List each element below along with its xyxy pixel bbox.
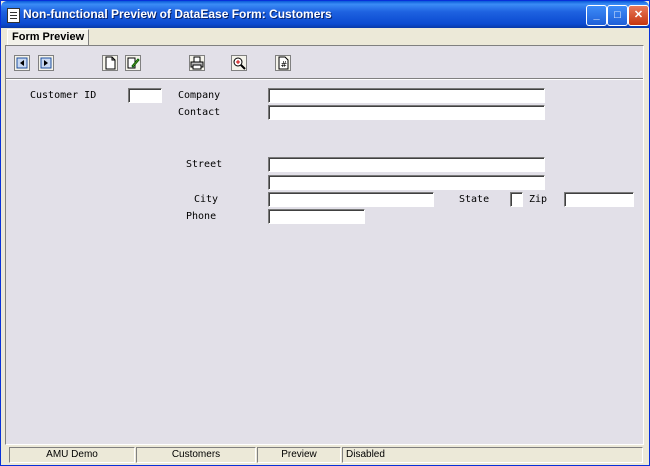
zip-label: Zip bbox=[529, 194, 548, 205]
toolbar: # bbox=[6, 50, 643, 79]
edit-record-icon[interactable] bbox=[125, 55, 141, 71]
previous-record-icon[interactable] bbox=[14, 55, 30, 71]
phone-label: Phone bbox=[186, 211, 217, 222]
svg-text:#: # bbox=[281, 60, 288, 69]
tab-form-preview[interactable]: Form Preview bbox=[7, 29, 90, 45]
calculator-icon[interactable]: # bbox=[275, 55, 291, 71]
contact-field[interactable] bbox=[268, 105, 545, 120]
street-field-line2[interactable] bbox=[268, 175, 545, 190]
zip-field[interactable] bbox=[564, 192, 634, 207]
maximize-button[interactable]: □ bbox=[607, 5, 628, 26]
form-icon bbox=[7, 8, 20, 23]
state-label: State bbox=[459, 194, 490, 205]
city-field[interactable] bbox=[268, 192, 434, 207]
company-label: Company bbox=[178, 90, 221, 101]
customer-id-field[interactable] bbox=[128, 88, 162, 103]
form-preview-panel: # Customer ID Company Contact Street Cit… bbox=[5, 45, 644, 445]
status-bar: AMU Demo Customers Preview Disabled bbox=[5, 447, 645, 463]
street-field-line1[interactable] bbox=[268, 157, 545, 172]
state-field[interactable] bbox=[510, 192, 523, 207]
status-pane-database: AMU Demo bbox=[9, 447, 135, 463]
status-pane-form: Customers bbox=[136, 447, 256, 463]
close-button[interactable]: ✕ bbox=[628, 5, 649, 26]
print-icon[interactable] bbox=[189, 55, 205, 71]
customer-id-label: Customer ID bbox=[30, 90, 97, 101]
status-pane-mode: Preview bbox=[257, 447, 341, 463]
new-document-icon[interactable] bbox=[102, 55, 118, 71]
next-record-icon[interactable] bbox=[38, 55, 54, 71]
zoom-icon[interactable] bbox=[231, 55, 247, 71]
street-label: Street bbox=[186, 159, 223, 170]
tab-strip: Form Preview bbox=[5, 29, 645, 45]
contact-label: Contact bbox=[178, 107, 221, 118]
title-bar[interactable]: Non-functional Preview of DataEase Form:… bbox=[1, 1, 649, 28]
status-pane-state: Disabled bbox=[342, 447, 643, 463]
phone-field[interactable] bbox=[268, 209, 365, 224]
city-label: City bbox=[194, 194, 219, 205]
company-field[interactable] bbox=[268, 88, 545, 103]
app-window: Non-functional Preview of DataEase Form:… bbox=[0, 0, 650, 466]
window-title: Non-functional Preview of DataEase Form:… bbox=[23, 7, 332, 21]
minimize-button[interactable]: _ bbox=[586, 5, 607, 26]
